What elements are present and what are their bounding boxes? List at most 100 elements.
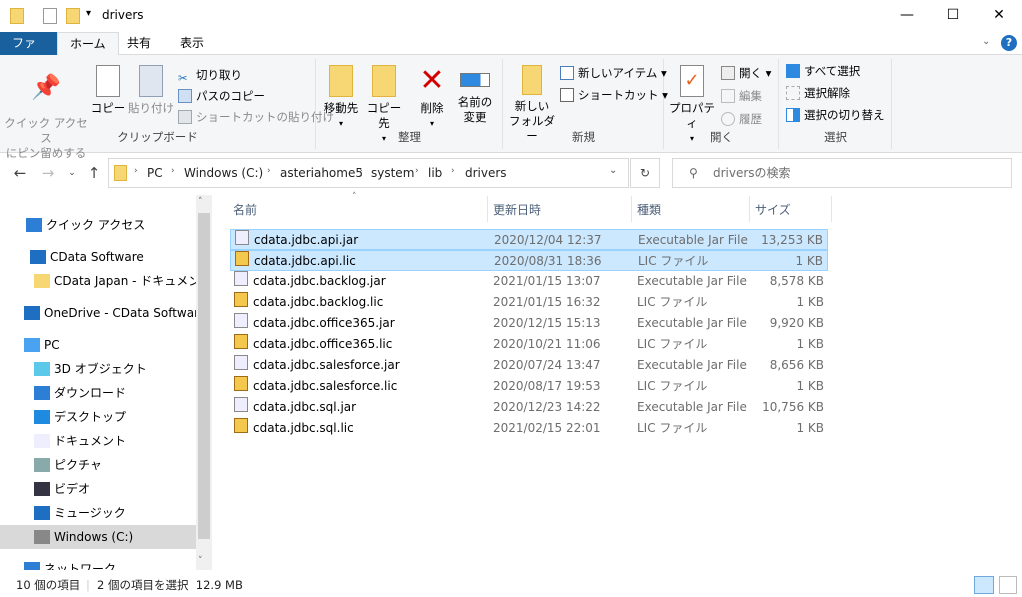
file-row[interactable]: cdata.jdbc.backlog.jar 2021/01/15 13:07 Ex… [230, 271, 828, 292]
rename-icon [460, 73, 490, 87]
sidebar-item[interactable]: 3D オブジェクト [0, 357, 196, 381]
select-all-button[interactable]: すべて選択 [786, 61, 860, 81]
label: 選択解除 [804, 86, 850, 100]
recent-locations-button[interactable]: ⌄ [62, 163, 82, 183]
file-row[interactable]: cdata.jdbc.sql.jar 2020/12/23 14:22 Execut… [230, 397, 828, 418]
folder-icon [34, 274, 50, 288]
move-to-button[interactable]: 移動先 ▾ [321, 59, 361, 131]
column-header-date[interactable]: 更新日時 [488, 196, 632, 222]
sidebar-item[interactable]: ピクチャ [0, 453, 196, 477]
file-row[interactable]: cdata.jdbc.office365.lic 2020/10/21 11:06… [230, 334, 828, 355]
sidebar-item[interactable]: クイック アクセス [0, 213, 196, 237]
sidebar-item[interactable]: ダウンロード [0, 381, 196, 405]
file-size: 10,756 KB [762, 400, 824, 414]
file-row[interactable]: cdata.jdbc.api.lic 2020/08/31 18:36 LIC ファ… [230, 250, 828, 271]
edit-button[interactable]: 編集 [721, 86, 762, 106]
open-button[interactable]: 開く ▾ [721, 63, 771, 83]
close-button[interactable]: ✕ [976, 0, 1022, 32]
paste-shortcut-button[interactable]: ショートカットの貼り付け [178, 107, 334, 127]
sidebar-item[interactable]: PC [0, 333, 196, 357]
video-icon [34, 482, 50, 496]
copy-path-button[interactable]: パスのコピー [178, 86, 265, 106]
copy-folder-icon [372, 65, 396, 97]
drive-icon [34, 530, 50, 544]
properties-icon[interactable] [43, 8, 57, 24]
file-row[interactable]: cdata.jdbc.salesforce.jar 2020/07/24 13:4… [230, 355, 828, 376]
sidebar-item[interactable]: ネットワーク [0, 557, 196, 570]
file-size: 9,920 KB [769, 316, 824, 330]
file-size: 1 KB [796, 379, 824, 393]
scroll-down-icon[interactable]: ˅ [198, 556, 203, 566]
jar-file-icon [235, 230, 249, 245]
up-button[interactable]: ↑ [84, 163, 104, 183]
address-dropdown-icon[interactable]: ⌄ [609, 165, 617, 176]
column-header-size[interactable]: サイズ [750, 196, 832, 222]
breadcrumb-windows-c[interactable]: Windows (C:) [184, 159, 263, 187]
search-placeholder: driversの検索 [713, 166, 791, 180]
file-name: cdata.jdbc.api.lic [254, 254, 356, 268]
label: ショートカットの貼り付け [196, 110, 334, 124]
refresh-button[interactable]: ↻ [630, 158, 660, 188]
sidebar-item[interactable]: Windows (C:) [0, 525, 196, 549]
file-name: cdata.jdbc.backlog.lic [253, 295, 384, 309]
breadcrumb-drivers[interactable]: drivers [465, 159, 507, 187]
back-button[interactable]: ← [10, 163, 30, 183]
minimize-button[interactable]: — [884, 0, 930, 32]
file-type: Executable Jar File [637, 358, 747, 372]
copy-button[interactable]: コピー [90, 59, 126, 116]
file-row[interactable]: cdata.jdbc.sql.lic 2021/02/15 22:01 LIC ファ… [230, 418, 828, 439]
sidebar-item-label: OneDrive - CData Software [44, 306, 207, 320]
sidebar-item[interactable]: CData Japan - ドキュメント [0, 269, 212, 293]
file-row[interactable]: cdata.jdbc.backlog.lic 2021/01/15 16:32 LI… [230, 292, 828, 313]
tab-file[interactable]: ファイル [0, 32, 57, 72]
group-label: 新規 [572, 130, 595, 144]
tab-home[interactable]: ホーム [57, 32, 119, 56]
select-none-button[interactable]: 選択解除 [786, 83, 850, 103]
new-folder-icon[interactable] [66, 8, 80, 24]
breadcrumb-asteriahome5[interactable]: asteriahome5 [280, 159, 363, 187]
check-icon: ✓ [680, 65, 704, 97]
column-header-type[interactable]: 種類 [632, 196, 750, 222]
tab-view[interactable]: 表示 [168, 32, 216, 55]
scrollbar-thumb[interactable] [198, 213, 210, 539]
sidebar-item[interactable]: デスクトップ [0, 405, 196, 429]
large-icons-view-button[interactable] [999, 576, 1017, 594]
sidebar-item[interactable]: CData Software [0, 245, 196, 269]
column-header-name[interactable]: 名前 [228, 196, 488, 222]
move-folder-icon [329, 65, 353, 97]
breadcrumb-lib[interactable]: lib [428, 159, 442, 187]
sidebar-item[interactable]: OneDrive - CData Software [0, 301, 206, 325]
breadcrumb-pc[interactable]: PC [147, 159, 163, 187]
delete-button[interactable]: ✕ 削除 ▾ [415, 59, 449, 131]
scroll-up-icon[interactable]: ˄ [198, 197, 203, 207]
invert-selection-button[interactable]: 選択の切り替え [786, 105, 885, 125]
pin-quick-access-button[interactable]: 📌 クイック アクセス にピン留めする [4, 59, 88, 161]
paste-button[interactable]: 貼り付け [128, 59, 174, 116]
file-row[interactable]: cdata.jdbc.api.jar 2020/12/04 12:37 Execut… [230, 229, 828, 250]
history-button[interactable]: 履歴 [721, 109, 762, 129]
sidebar-item-label: ドキュメント [54, 434, 127, 448]
breadcrumb-system[interactable]: system [371, 159, 414, 187]
sidebar-item[interactable]: ドキュメント [0, 429, 196, 453]
file-row[interactable]: cdata.jdbc.salesforce.lic 2020/08/17 19:5… [230, 376, 828, 397]
cube-icon [34, 362, 50, 376]
address-bar[interactable]: › PC › Windows (C:) › asteriahome5 › sys… [108, 158, 629, 188]
new-item-button[interactable]: 新しいアイテム ▾ [560, 63, 667, 83]
search-input[interactable]: ⚲ driversの検索 [672, 158, 1012, 188]
sidebar-item[interactable]: ミュージック [0, 501, 196, 525]
details-view-button[interactable] [974, 576, 994, 594]
sidebar-item[interactable]: ビデオ [0, 477, 196, 501]
help-icon[interactable]: ? [1001, 35, 1017, 51]
cut-button[interactable]: ✂ 切り取り [178, 65, 242, 85]
rename-button[interactable]: 名前の 変更 [453, 59, 497, 125]
forward-button[interactable]: → [38, 163, 58, 183]
building-icon [30, 250, 46, 264]
customize-toolbar-icon[interactable]: ▾ [86, 8, 91, 19]
collapse-ribbon-icon[interactable]: ⌄ [982, 36, 990, 47]
maximize-button[interactable]: ☐ [930, 0, 976, 32]
tab-share[interactable]: 共有 [115, 32, 163, 55]
search-icon: ⚲ [689, 166, 698, 180]
shortcut-button[interactable]: ショートカット ▾ [560, 85, 668, 105]
file-row[interactable]: cdata.jdbc.office365.jar 2020/12/15 15:13… [230, 313, 828, 334]
network-icon [24, 562, 40, 570]
